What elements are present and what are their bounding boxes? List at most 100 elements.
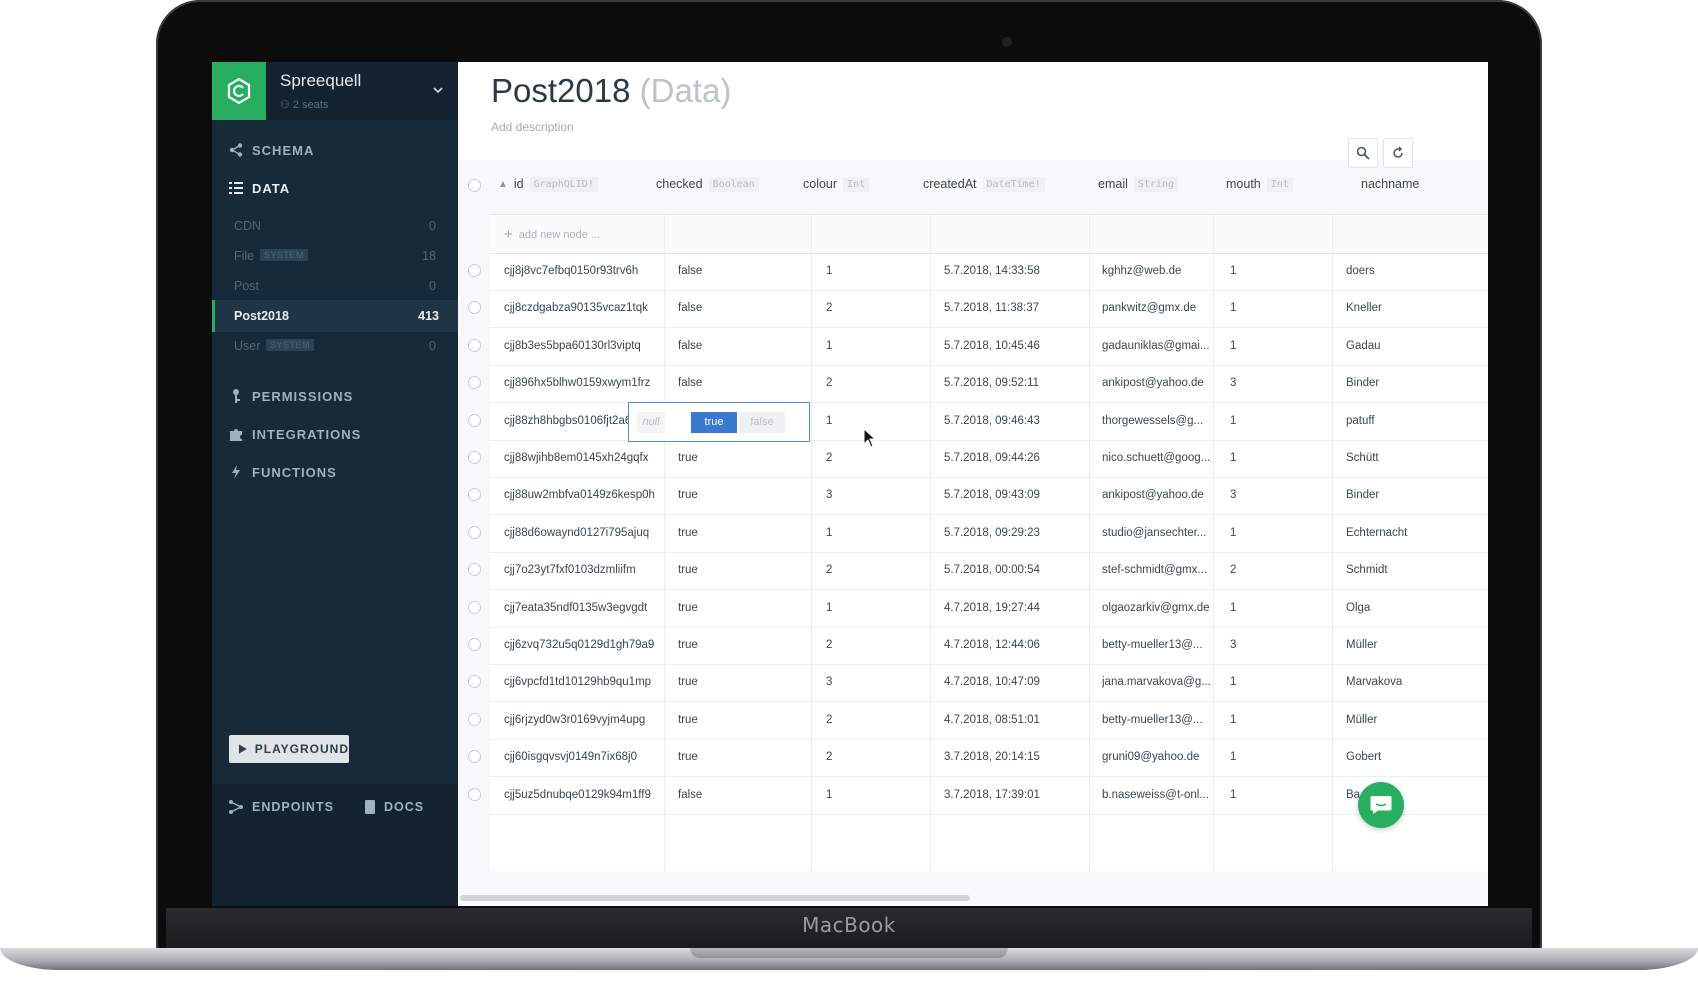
table-row[interactable]: cjj88zh8hbgbs0106fjt2a6ns 1 5.7.2018, 09:4… [490,401,1488,448]
cell-nachname[interactable]: Schmidt [1346,552,1486,589]
cell-checked[interactable]: true [678,739,818,776]
chat-button[interactable] [1358,782,1404,828]
table-row[interactable]: cjj8j8vc7efbq0150r93trv6h false 1 5.7.2018,… [490,253,1488,291]
cell-email[interactable]: betty-mueller13@... [1102,627,1242,664]
cell-email[interactable]: ankipost@yahoo.de [1102,477,1242,514]
nav-data[interactable]: DATA [228,180,290,196]
table-row[interactable]: cjj88d6owaynd0127i795ajuq true 1 5.7.2018, … [490,515,1488,553]
cell-nachname[interactable]: Echternacht [1346,515,1486,552]
cell-createdat[interactable]: 4.7.2018, 12:44:06 [944,627,1084,664]
column-header-nachname[interactable]: nachname [1361,172,1419,196]
nav-schema[interactable]: SCHEMA [228,142,314,158]
cell-checked[interactable]: true [678,440,818,477]
table-row[interactable]: cjj7eata35ndf0135w3egvgdt true 1 4.7.2018, … [490,590,1488,628]
cell-id[interactable]: cjj6zvq732u5q0129d1gh79a9 [504,627,664,664]
cell-id[interactable]: cjj8b3es5bpa60130rl3viptq [504,328,664,365]
table-row[interactable]: cjj60isgqvsvj0149n7ix68j0 true 2 3.7.2018, … [490,739,1488,778]
cell-checked[interactable]: false [678,253,818,290]
table-row[interactable]: cjj896hx5blhw0159xwym1frz false 2 5.7.2018,… [490,365,1488,404]
cell-email[interactable]: stef-schmidt@gmx... [1102,552,1242,589]
cell-email[interactable]: olgaozarkiv@gmx.de [1102,590,1242,627]
select-all-checkbox[interactable] [468,179,481,192]
cell-createdat[interactable]: 5.7.2018, 00:00:54 [944,552,1084,589]
table-row[interactable]: cjj5uz5dnubqe0129k94m1ff9 false 1 3.7.2018,… [490,777,1488,815]
cell-nachname[interactable]: patuff [1346,403,1486,440]
table-row[interactable]: cjj88wjihb8em0145xh24gqfx true 2 5.7.2018, … [490,440,1488,478]
model-item-post2018[interactable]: Post2018 413 [212,300,461,332]
cell-createdat[interactable]: 4.7.2018, 08:51:01 [944,702,1084,739]
table-row[interactable]: cjj6rjzyd0w3r0169vyjm4upg true 2 4.7.2018, … [490,702,1488,740]
cell-email[interactable]: b.naseweiss@t-onl... [1102,777,1242,814]
cell-checked[interactable]: false [678,777,818,814]
row-checkbox[interactable] [468,600,481,614]
boolean-editor[interactable]: null true false [628,401,877,448]
cell-createdat[interactable]: 5.7.2018, 09:44:26 [944,440,1084,477]
add-description-link[interactable]: Add description [491,120,574,134]
cell-nachname[interactable]: Binder [1346,365,1486,402]
false-option[interactable]: false [739,411,785,433]
docs-button[interactable]: DOCS [364,799,424,815]
table-row[interactable]: cjj7o23yt7fxf0103dzmliifm true 2 5.7.2018, … [490,552,1488,591]
table-row[interactable]: cjj8czdgabza90135vcaz1tqk false 2 5.7.2018,… [490,290,1488,329]
cell-nachname[interactable]: Schütt [1346,440,1486,477]
cell-checked[interactable]: false [678,328,818,365]
model-item-post[interactable]: Post 0 [212,270,458,302]
column-header-colour[interactable]: colour Int [803,172,870,196]
logo[interactable] [212,62,266,120]
cell-checked[interactable]: true [678,477,818,514]
table-row[interactable]: cjj88uw2mbfva0149z6kesp0h true 3 5.7.2018, … [490,477,1488,516]
cell-email[interactable]: pankwitz@gmx.de [1102,290,1242,327]
chevron-down-icon[interactable] [430,82,446,98]
cell-createdat[interactable]: 5.7.2018, 14:33:58 [944,253,1084,290]
nav-permissions[interactable]: PERMISSIONS [228,388,353,404]
cell-checked[interactable]: true [678,702,818,739]
cell-createdat[interactable]: 5.7.2018, 09:52:11 [944,365,1084,402]
cell-email[interactable]: nico.schuett@goog... [1102,440,1242,477]
cell-createdat[interactable]: 5.7.2018, 09:46:43 [944,403,1084,440]
column-header-createdat[interactable]: createdAt DateTime! [923,172,1045,196]
cell-nachname[interactable]: Kneller [1346,290,1486,327]
cell-checked[interactable]: true [678,627,818,664]
reload-button[interactable] [1383,138,1413,168]
cell-createdat[interactable]: 4.7.2018, 10:47:09 [944,664,1084,701]
cell-checked[interactable]: false [678,365,818,402]
cell-createdat[interactable]: 3.7.2018, 20:14:15 [944,739,1084,776]
playground-button[interactable]: PLAYGROUND [229,735,349,763]
cell-createdat[interactable]: 3.7.2018, 17:39:01 [944,777,1084,814]
add-node-row[interactable]: + add new node ... [490,215,1488,254]
cell-checked[interactable]: true [678,590,818,627]
null-option[interactable]: null [637,411,665,433]
true-option[interactable]: true [691,411,737,433]
row-checkbox[interactable] [468,413,481,427]
row-checkbox[interactable] [468,338,481,352]
cell-id[interactable]: cjj8j8vc7efbq0150r93trv6h [504,253,664,290]
cell-email[interactable]: kghhz@web.de [1102,253,1242,290]
cell-createdat[interactable]: 5.7.2018, 11:38:37 [944,290,1084,327]
cell-email[interactable]: jana.marvakova@g... [1102,664,1242,701]
table-row[interactable]: cjj6zvq732u5q0129d1gh79a9 true 2 4.7.2018, … [490,627,1488,665]
row-checkbox[interactable] [468,638,481,651]
cell-checked[interactable]: true [678,552,818,589]
row-checkbox[interactable] [468,525,481,539]
cell-email[interactable]: thorgewessels@g... [1102,403,1242,440]
model-item-cdn[interactable]: CDN 0 [212,210,458,242]
table-row[interactable]: cjj8b3es5bpa60130rl3viptq false 1 5.7.2018,… [490,328,1488,366]
horizontal-scrollbar[interactable] [460,895,970,901]
cell-createdat[interactable]: 5.7.2018, 10:45:46 [944,328,1084,365]
add-node[interactable]: + add new node ... [504,226,600,243]
cell-nachname[interactable]: Gadau [1346,328,1486,365]
cell-nachname[interactable]: Olga [1346,590,1486,627]
cell-createdat[interactable]: 5.7.2018, 09:43:09 [944,477,1084,514]
endpoints-button[interactable]: ENDPOINTS [228,799,334,815]
column-header-id[interactable]: ▲ id GraphQLID! [498,172,598,196]
model-item-file[interactable]: File SYSTEM 18 [212,240,458,272]
cell-nachname[interactable]: Binder [1346,477,1486,514]
cell-id[interactable]: cjj896hx5blhw0159xwym1frz [504,365,664,402]
row-checkbox[interactable] [468,451,481,464]
column-header-email[interactable]: email String [1098,172,1178,196]
column-header-mouth[interactable]: mouth Int [1226,172,1293,196]
cell-nachname[interactable]: Marvakova [1346,664,1486,701]
row-checkbox[interactable] [468,787,481,801]
cell-nachname[interactable]: Gobert [1346,739,1486,776]
table-row[interactable]: cjj6vpcfd1td10129hb9qu1mp true 3 4.7.2018, … [490,664,1488,703]
